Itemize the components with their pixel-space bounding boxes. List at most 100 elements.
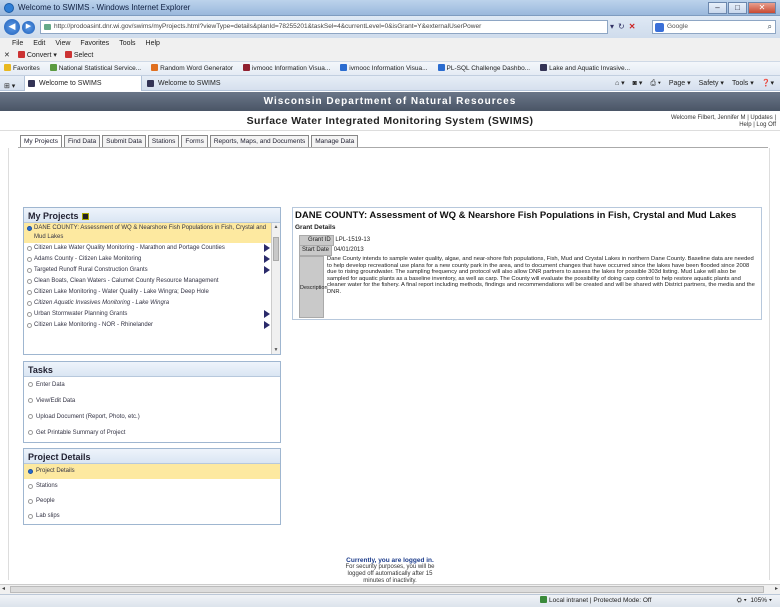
search-icon[interactable]: ⌕ [768,21,772,33]
favorite-link[interactable]: ivmooc Information Visua... [242,62,330,75]
radio-icon [27,257,32,262]
help-logoff-links[interactable]: Help | Log Off [671,122,776,129]
tools-menu[interactable]: Tools ▾ [732,76,754,91]
scroll-left-icon[interactable]: ◂ [2,585,5,594]
project-item[interactable]: Citizen Lake Monitoring - Water Quality … [24,287,272,298]
welcome-text[interactable]: Welcome Filbert, Jennifer M | Updates | [671,115,776,122]
radio-icon [27,226,32,231]
favorite-link[interactable]: PL-SQL Challenge Dashbo... [437,62,530,75]
project-item-selected[interactable]: DANE COUNTY: Assessment of WQ & Nearshor… [24,223,272,243]
security-zone[interactable]: Local intranet | Protected Mode: Off [540,595,651,607]
project-item[interactable]: Urban Stormwater Planning Grants [24,309,272,320]
back-button[interactable]: ◀ [4,19,20,35]
scroll-down-icon[interactable]: ▼ [273,347,279,353]
refresh-icon[interactable]: ↻ [618,20,625,34]
panel-title: Project Details [24,449,280,464]
zoom-level[interactable]: ⛭ ▾ 105% ▾ [737,595,772,607]
print-icon[interactable]: ⎙ ▾ [650,76,661,91]
browser-tab-active[interactable]: Welcome to SWIMS [24,76,142,91]
page-icon [44,24,51,30]
radio-icon [27,312,32,317]
project-item[interactable]: Citizen Lake Water Quality Monitoring - … [24,243,272,254]
radio-icon [27,268,32,273]
favorites-button[interactable]: Favorites [4,62,40,75]
grant-id-value: LPL-1519-13 [335,237,371,243]
safety-menu[interactable]: Safety ▾ [699,76,724,91]
site-icon [340,64,348,71]
tab-bar: ⊞ ▾ Welcome to SWIMS Welcome to SWIMS ⌂ … [0,75,780,91]
home-icon[interactable]: ⌂ ▾ [615,76,625,91]
start-date-value: 04/01/2013 [333,247,364,253]
pd-stations[interactable]: Stations [24,479,280,494]
expand-arrow-icon[interactable] [264,266,270,274]
google-icon [655,23,664,32]
window-title: Welcome to SWIMS - Windows Internet Expl… [18,3,191,12]
radio-icon [27,246,32,251]
ie-logo-icon [4,3,14,13]
task-view-edit-data[interactable]: View/Edit Data [24,393,280,409]
pd-project-details[interactable]: Project Details [24,464,280,479]
site-icon [147,80,154,87]
expand-arrow-icon[interactable] [264,310,270,318]
horizontal-scrollbar[interactable]: ◂ ▸ [0,584,780,594]
convert-button[interactable]: Convert ▾ [17,50,57,61]
minimize-button[interactable]: – [708,2,727,14]
close-window-button[interactable]: ✕ [748,2,776,14]
project-title: DANE COUNTY: Assessment of WQ & Nearshor… [295,210,737,221]
favorite-link[interactable]: Lake and Aquatic Invasive... [540,62,630,75]
dropdown-icon[interactable]: ▾ [610,20,614,34]
address-bar[interactable]: http://prodoasint.dnr.wi.gov/swims/myPro… [40,20,608,34]
scroll-thumb[interactable] [273,237,279,261]
page-menu[interactable]: Page ▾ [669,76,691,91]
project-item[interactable]: Adams County - Citizen Lake Monitoring [24,254,272,265]
project-item[interactable]: Citizen Lake Monitoring - NOR - Rhinelan… [24,320,272,331]
radio-icon [28,382,33,387]
menu-edit[interactable]: Edit [33,38,45,50]
help-icon[interactable]: ❓▾ [762,76,774,91]
favorite-link[interactable]: Random Word Generator [151,62,233,75]
task-upload-document[interactable]: Upload Document (Report, Photo, etc.) [24,409,280,425]
menu-file[interactable]: File [12,38,23,50]
menu-view[interactable]: View [55,38,70,50]
project-list-scrollbar[interactable]: ▲ ▼ [271,223,280,354]
feeds-icon[interactable]: ◙ ▾ [633,76,643,91]
pd-people[interactable]: People [24,494,280,509]
expand-arrow-icon[interactable] [264,255,270,263]
my-projects-panel: My Projects DANE COUNTY: Assessment of W… [23,207,281,355]
search-input[interactable]: Google ⌕ [652,20,776,34]
start-date-row: Start Date 04/01/2013 [299,245,364,256]
maximize-button[interactable]: □ [728,2,747,14]
pd-lab-slips[interactable]: Lab slips [24,509,280,524]
window-titlebar: Welcome to SWIMS - Windows Internet Expl… [0,0,780,16]
radio-icon [27,279,32,284]
forward-button[interactable]: ▶ [22,21,35,34]
favorites-bar: Favorites National Statistical Service..… [0,61,780,75]
expand-arrow-icon[interactable] [264,244,270,252]
close-toolbar-icon[interactable]: ✕ [4,50,10,61]
grant-id-row: Grant ID LPL-1519-13 [299,235,371,246]
menu-help[interactable]: Help [146,38,160,50]
project-item[interactable]: Clean Boats, Clean Waters - Calumet Coun… [24,276,272,287]
project-item[interactable]: Citizen Aquatic Invasives Monitoring - L… [24,298,272,309]
project-details-panel: Project Details Project Details Stations… [23,448,281,525]
select-button[interactable]: Select [64,50,93,61]
star-icon [4,64,11,71]
browser-tab[interactable]: Welcome to SWIMS [144,76,254,91]
radio-icon [28,398,33,403]
scroll-right-icon[interactable]: ▸ [775,585,778,594]
task-enter-data[interactable]: Enter Data [24,377,280,393]
panel-title: My Projects [24,208,280,223]
flag-icon [81,213,89,220]
menu-favorites[interactable]: Favorites [80,38,109,50]
task-printable-summary[interactable]: Get Printable Summary of Project [24,425,280,441]
command-row: ✕ Convert ▾ Select [0,50,780,61]
stop-icon[interactable]: ✕ [629,20,636,34]
h-scroll-thumb[interactable] [10,586,764,593]
project-item[interactable]: Targeted Runoff Rural Construction Grant… [24,265,272,276]
favorite-link[interactable]: ivmooc Information Visua... [340,62,428,75]
favorite-link[interactable]: National Statistical Service... [49,62,141,75]
scroll-up-icon[interactable]: ▲ [273,224,279,230]
expand-arrow-icon[interactable] [264,321,270,329]
site-icon [151,64,159,71]
menu-tools[interactable]: Tools [119,38,135,50]
